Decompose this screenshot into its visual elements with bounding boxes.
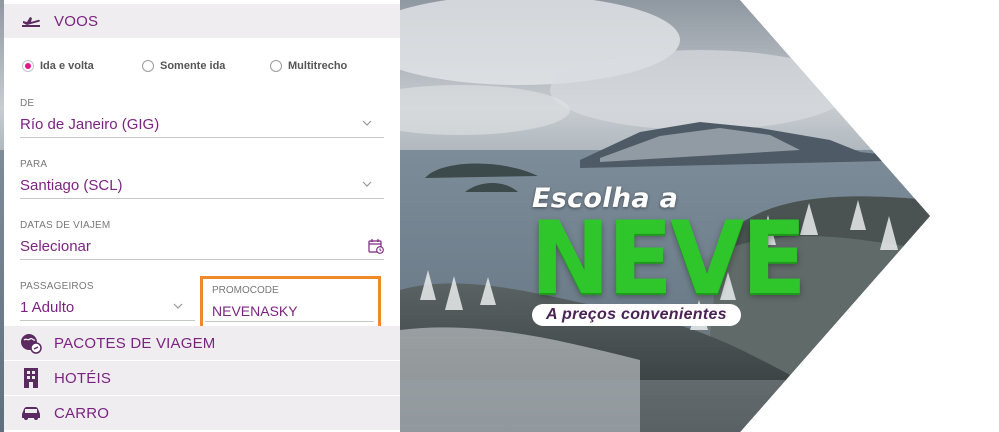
origin-select[interactable]: Río de Janeiro (GIG) [20, 115, 384, 138]
origin-value: Río de Janeiro (GIG) [20, 116, 160, 133]
car-icon [20, 402, 42, 424]
booking-panel: VOOS Ida e volta Somente ida Multitrecho… [4, 0, 400, 432]
chevron-down-icon[interactable] [173, 301, 183, 311]
radio-multi-city[interactable]: Multitrecho [270, 60, 347, 72]
dates-label: DATAS DE VIAJEM [20, 220, 111, 231]
plane-takeoff-icon [20, 10, 42, 32]
chevron-down-icon[interactable] [362, 179, 372, 189]
destination-field[interactable]: PARA Santiago (SCL) [20, 159, 384, 199]
chevron-down-icon[interactable] [362, 118, 372, 128]
tab-car[interactable]: CARRO [4, 396, 400, 430]
promocode-label: PROMOCODE [212, 285, 279, 296]
radio-one-way[interactable]: Somente ida [142, 60, 225, 72]
origin-field[interactable]: DE Río de Janeiro (GIG) [20, 98, 384, 138]
radio-dot-selected[interactable] [22, 60, 34, 72]
destination-value: Santiago (SCL) [20, 177, 123, 194]
radio-label: Multitrecho [288, 60, 348, 72]
promocode-input[interactable]: NEVENASKY [212, 303, 298, 319]
dates-value: Selecionar [20, 238, 91, 255]
radio-label: Somente ida [160, 60, 226, 72]
destination-select[interactable]: Santiago (SCL) [20, 176, 384, 199]
car-title: CARRO [54, 404, 110, 422]
radio-dot[interactable] [142, 60, 154, 72]
packages-title: PACOTES DE VIAGEM [54, 334, 216, 352]
promo-headline: Escolha a NEVE A preços convenientes [530, 183, 832, 326]
hotels-title: HOTÉIS [54, 369, 112, 387]
radio-round-trip[interactable]: Ida e volta [22, 60, 94, 72]
passengers-field[interactable]: PASSAGEIROS 1 Adulto [20, 281, 195, 321]
building-icon [20, 367, 42, 389]
trip-type-group: Ida e volta Somente ida Multitrecho [22, 60, 392, 80]
tab-hotels[interactable]: HOTÉIS [4, 361, 400, 395]
passengers-value: 1 Adulto [20, 299, 75, 316]
promocode-underline [205, 321, 374, 322]
passengers-select[interactable]: 1 Adulto [20, 298, 195, 321]
banner-big-title: NEVE [530, 199, 807, 317]
dates-input[interactable]: Selecionar [20, 237, 384, 260]
origin-label: DE [20, 98, 35, 109]
calendar-icon[interactable] [368, 238, 384, 254]
radio-dot[interactable] [270, 60, 282, 72]
tab-flights[interactable]: VOOS [4, 4, 400, 38]
destination-label: PARA [20, 159, 48, 170]
flights-title: VOOS [54, 12, 99, 30]
promocode-field[interactable]: PROMOCODE NEVENASKY [200, 276, 381, 329]
tab-packages[interactable]: PACOTES DE VIAGEM [4, 326, 400, 360]
dates-field[interactable]: DATAS DE VIAJEM Selecionar [20, 220, 384, 260]
globe-plane-icon [20, 332, 42, 354]
radio-label: Ida e volta [40, 60, 94, 72]
passengers-label: PASSAGEIROS [20, 281, 94, 292]
